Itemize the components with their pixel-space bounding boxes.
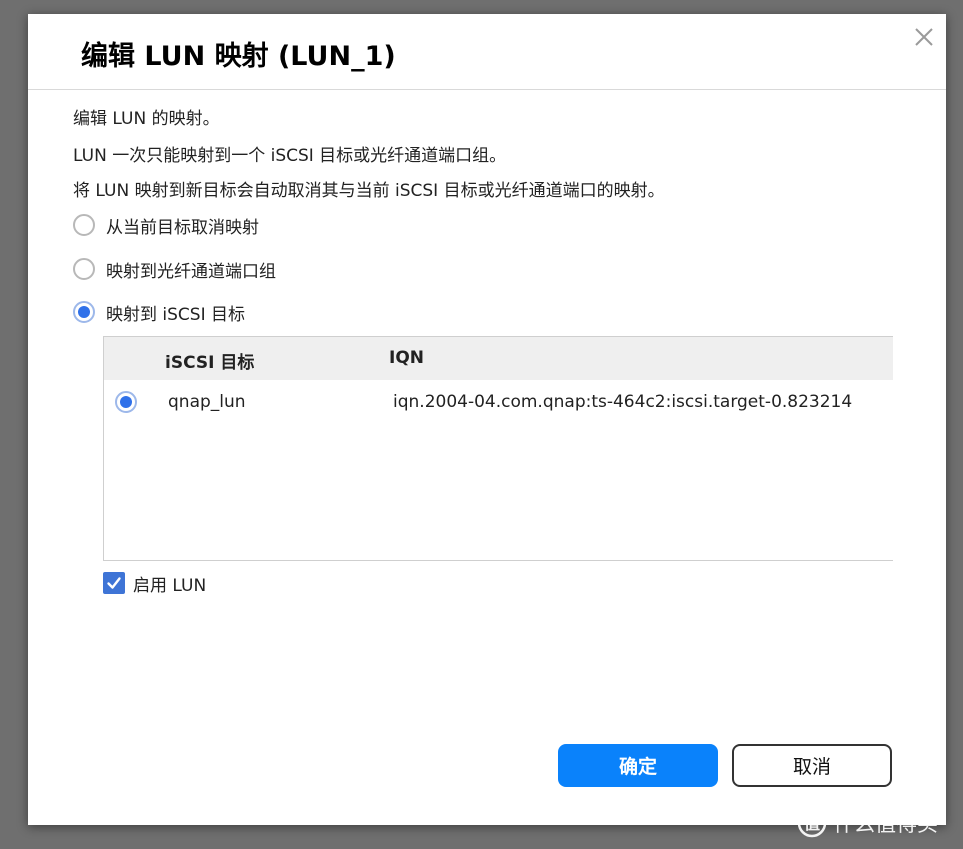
cell-iqn: iqn.2004-04.com.qnap:ts-464c2:iscsi.targ… <box>393 392 853 412</box>
enable-lun-label: 启用 LUN <box>133 575 207 596</box>
option-label: 映射到光纤通道端口组 <box>106 261 276 282</box>
svg-text:值: 值 <box>804 814 820 833</box>
option-label: 映射到 iSCSI 目标 <box>106 304 245 325</box>
column-header-iqn: IQN <box>389 348 425 368</box>
confirm-button[interactable]: 确定 <box>558 744 718 787</box>
watermark: 值 什么值得买 <box>797 808 938 838</box>
watermark-logo-icon: 值 <box>797 808 827 838</box>
watermark-text: 什么值得买 <box>833 812 938 836</box>
option-label: 从当前目标取消映射 <box>106 217 259 238</box>
option-map-fc-port-group[interactable]: 映射到光纤通道端口组 <box>73 255 276 283</box>
row-radio-selected[interactable] <box>115 391 137 413</box>
dialog-header: 编辑 LUN 映射 (LUN_1) <box>28 14 946 90</box>
dialog-title: 编辑 LUN 映射 (LUN_1) <box>81 41 396 72</box>
column-header-target: iSCSI 目标 <box>165 353 255 373</box>
edit-lun-mapping-dialog: 编辑 LUN 映射 (LUN_1) 编辑 LUN 的映射。 LUN 一次只能映射… <box>28 14 946 825</box>
enable-lun-checkbox[interactable]: 启用 LUN <box>103 570 206 596</box>
cancel-button[interactable]: 取消 <box>732 744 892 787</box>
radio-button[interactable] <box>73 258 95 280</box>
description-line-1: 编辑 LUN 的映射。 <box>73 109 220 129</box>
close-icon[interactable] <box>912 25 936 49</box>
table-header: iSCSI 目标 IQN <box>104 337 893 380</box>
description-line-3: 将 LUN 映射到新目标会自动取消其与当前 iSCSI 目标或光纤通道端口的映射… <box>73 181 665 201</box>
radio-button[interactable] <box>73 214 95 236</box>
description-line-2: LUN 一次只能映射到一个 iSCSI 目标或光纤通道端口组。 <box>73 146 507 166</box>
option-map-iscsi-target[interactable]: 映射到 iSCSI 目标 <box>73 298 245 326</box>
checkbox-checked-icon[interactable] <box>103 572 125 594</box>
cell-target-name: qnap_lun <box>168 392 246 412</box>
radio-button-selected[interactable] <box>73 301 95 323</box>
iscsi-target-table: iSCSI 目标 IQN qnap_lun iqn.2004-04.com.qn… <box>103 336 893 561</box>
table-row[interactable]: qnap_lun iqn.2004-04.com.qnap:ts-464c2:i… <box>104 380 893 424</box>
option-unmap-current-target[interactable]: 从当前目标取消映射 <box>73 211 259 239</box>
